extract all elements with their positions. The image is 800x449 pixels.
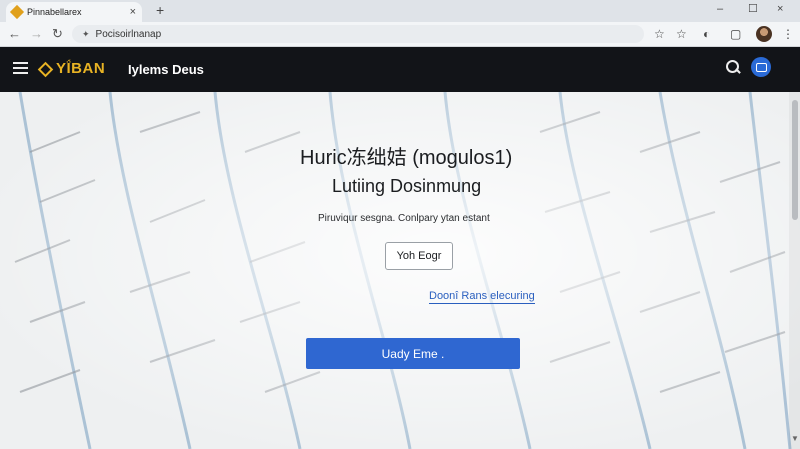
favorites-icon[interactable]: ☆	[676, 26, 687, 42]
hero: Huric冻绌姞 (mogulos1) Lutiing Dosinmung Pi…	[0, 92, 800, 449]
new-tab-button[interactable]: +	[156, 2, 164, 18]
hamburger-menu-icon[interactable]	[13, 62, 28, 74]
scroll-down-icon[interactable]: ▼	[791, 434, 799, 443]
tagline: Piruviqur sesgna. Conlpary ytan estant	[318, 213, 490, 224]
close-icon[interactable]: ×	[130, 6, 136, 18]
site-info-icon[interactable]: ✦	[82, 29, 90, 40]
page-subtitle: Lutiing Dosinmung	[332, 176, 482, 196]
profile-avatar[interactable]	[756, 26, 772, 42]
logo-diamond-icon	[37, 61, 54, 78]
address-text: Pocisoirlnanap	[95, 28, 162, 40]
minimize-button[interactable]: –	[717, 1, 723, 17]
site-title: Iylems Deus	[128, 62, 204, 77]
forward-button[interactable]: →	[30, 26, 43, 42]
site-header: YḮBAN Iylems Deus	[0, 47, 800, 92]
page-title: Huric冻绌姞 (mogulos1)	[300, 147, 513, 169]
chat-icon[interactable]	[751, 57, 771, 77]
back-button[interactable]: ←	[8, 26, 21, 42]
menu-icon[interactable]: ⋮	[782, 26, 794, 42]
collections-icon[interactable]: ▢	[730, 26, 741, 42]
tab-title: Pinnabellarex	[27, 7, 82, 17]
reload-button[interactable]: ↻	[52, 26, 63, 42]
main-content: Huric冻绌姞 (mogulos1) Lutiing Dosinmung Pi…	[0, 92, 800, 449]
extensions-icon[interactable]: ◐	[703, 26, 710, 42]
scrollbar-thumb[interactable]	[792, 100, 798, 220]
secondary-button[interactable]: Yoh Eogr	[385, 242, 453, 270]
browser-toolbar: ← → ↻ ✦ Pocisoirlnanap ☆ ☆ ◐ ▢ ⋮	[0, 22, 800, 47]
maximize-button[interactable]: ☐	[748, 1, 758, 17]
tab-strip: Pinnabellarex × + – ☐ ×	[0, 0, 800, 22]
text-link[interactable]: Doonî Rans elecuring	[429, 290, 535, 304]
logo[interactable]: YḮBAN	[56, 60, 105, 77]
primary-button[interactable]: Uady Eme .	[306, 338, 520, 369]
bookmark-star-icon[interactable]: ☆	[654, 26, 665, 42]
search-icon[interactable]	[724, 58, 742, 78]
browser-tab[interactable]: Pinnabellarex ×	[6, 2, 142, 22]
diamond-icon	[9, 4, 25, 20]
window-close-button[interactable]: ×	[777, 1, 783, 17]
address-bar[interactable]: ✦ Pocisoirlnanap	[72, 25, 644, 43]
